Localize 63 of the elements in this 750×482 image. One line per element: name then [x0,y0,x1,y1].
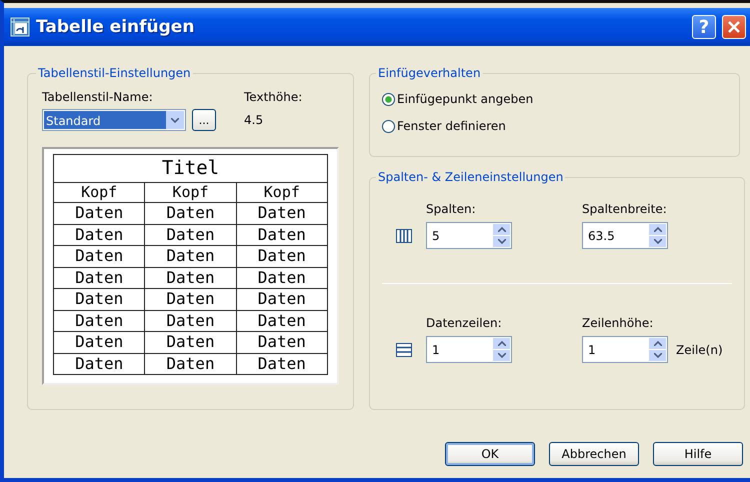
table-cell: Daten [144,246,236,267]
table-cell: Daten [236,224,328,246]
group-title: Einfügeverhalten [377,66,482,80]
table-cell: Titel [54,154,328,182]
group-title: Spalten- & Zeileneinstellungen [377,170,564,184]
table-cell: Daten [144,202,236,224]
table-cell: Daten [236,202,328,224]
number-spinner[interactable]: 63.5 [582,222,668,249]
table-cell: Daten [144,332,236,353]
radio-label[interactable]: Einfügepunkt angeben [397,92,534,106]
table-cell: Daten [54,224,145,246]
radio-button[interactable] [382,92,395,106]
radio-label[interactable]: Fenster definieren [397,119,506,133]
number-spinner[interactable]: 5 [426,222,512,249]
dialog-button[interactable]: OK [445,442,535,466]
table-cell: Daten [236,353,328,374]
rows-icon [396,342,412,356]
table-cell: Daten [54,246,145,267]
table-cell: Daten [54,353,145,374]
columns-icon [396,228,412,242]
number-input[interactable]: 1 [428,342,493,356]
unit-label: Zeile(n) [676,342,723,356]
table-cell: Daten [54,310,145,332]
table-cell: Daten [236,267,328,288]
table-cell: Daten [236,310,328,332]
table-cell: Daten [54,267,145,288]
table-cell: Daten [54,332,145,353]
style-dropdown[interactable]: Standard [42,109,186,131]
field-label: Spalten: [426,202,477,216]
field-label: Texthöhe: [244,90,302,104]
field-label: Datenzeilen: [426,316,503,330]
table-cell: Daten [236,332,328,353]
group-title: Tabellenstil-Einstellungen [37,66,192,80]
text-height-value: 4.5 [244,113,264,127]
table-cell: Daten [144,224,236,246]
number-spinner[interactable]: 1 [426,336,512,363]
table-cell: Kopf [54,182,145,202]
number-input[interactable]: 5 [428,228,493,242]
close-button[interactable] [722,15,746,39]
table-cell: Daten [144,353,236,374]
table-cell: Daten [236,288,328,310]
table-cell: Kopf [236,182,328,202]
table-cell: Daten [144,267,236,288]
browse-button[interactable]: ... [192,109,216,131]
number-spinner[interactable]: 1 [582,336,668,363]
table-cell: Daten [144,310,236,332]
table-cell: Daten [54,202,145,224]
field-label: Spaltenbreite: [582,202,668,216]
radio-button[interactable] [382,120,395,132]
number-input[interactable]: 63.5 [584,228,649,242]
table-cell: Daten [54,288,145,310]
field-label: Zeilenhöhe: [582,316,654,330]
help-button[interactable]: ? [692,15,716,39]
table-cell: Daten [144,288,236,310]
table-icon [10,17,30,37]
window-title: Tabelle einfügen [36,17,196,37]
table-cell: Daten [236,246,328,267]
dialog-button[interactable]: Abbrechen [549,442,639,466]
field-label: Tabellenstil-Name: [42,90,154,104]
table-cell: Kopf [144,182,236,202]
dialog-button[interactable]: Hilfe [653,442,743,466]
close-icon [728,21,740,33]
number-input[interactable]: 1 [584,342,649,356]
